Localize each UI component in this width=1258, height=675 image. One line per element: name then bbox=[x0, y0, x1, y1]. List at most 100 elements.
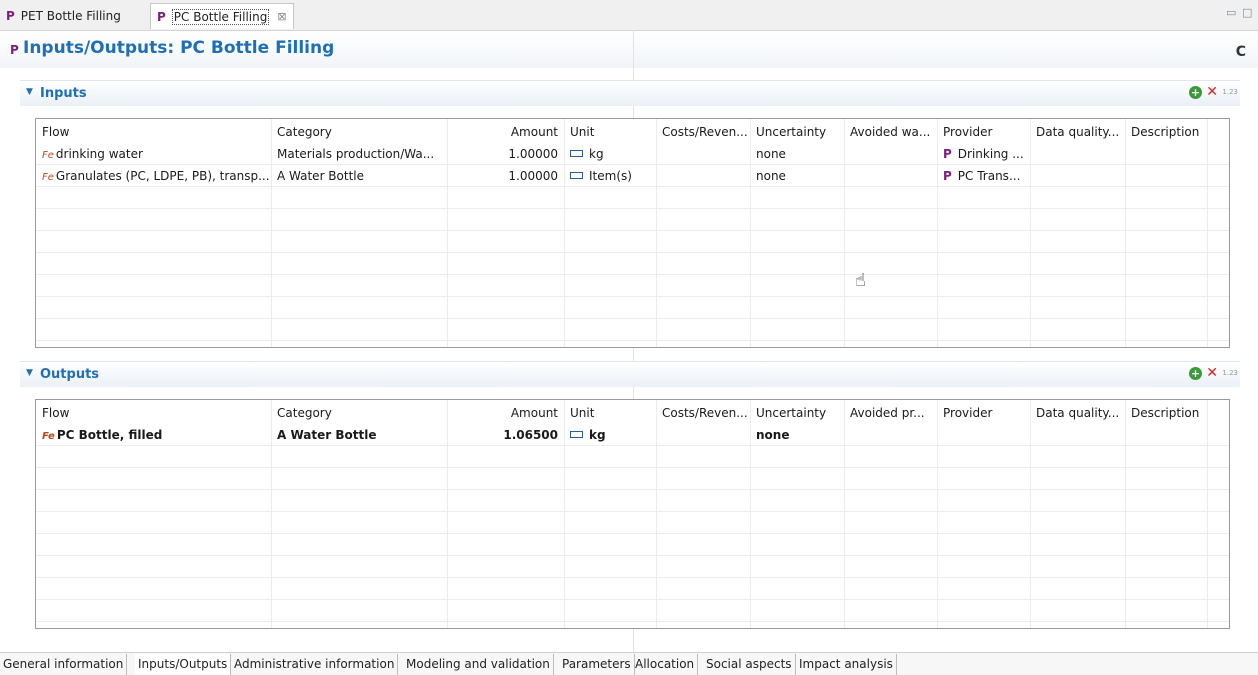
unit-icon bbox=[570, 172, 583, 179]
cell-text: drinking water bbox=[55, 147, 143, 161]
cell-costs bbox=[656, 165, 750, 187]
cell-unit: kg bbox=[564, 143, 656, 165]
column-header[interactable]: Description bbox=[1125, 400, 1207, 424]
column-header[interactable]: Costs/Reven... bbox=[656, 119, 750, 143]
refresh-icon[interactable]: C bbox=[1236, 44, 1246, 60]
column-header[interactable]: Avoided wa... bbox=[844, 119, 937, 143]
cell-text: kg bbox=[589, 147, 604, 161]
column-header[interactable]: Unit bbox=[564, 400, 656, 424]
collapse-arrow-icon[interactable]: ▼ bbox=[26, 87, 33, 97]
flow-icon: Fe bbox=[42, 150, 54, 161]
bottom-tab[interactable]: Inputs/Outputs bbox=[135, 654, 232, 675]
column-header[interactable]: Amount bbox=[447, 119, 564, 143]
inputs-table[interactable]: Flow Category Amount Unit Costs/Reven... Unce… bbox=[35, 118, 1230, 348]
column-header[interactable]: Data quality... bbox=[1030, 119, 1125, 143]
tab-pc-bottle-filling[interactable]: P PC Bottle Filling ⊠ bbox=[150, 3, 294, 29]
cell-category: A Water Bottle bbox=[271, 424, 447, 446]
maximize-icon[interactable]: □ bbox=[1242, 6, 1252, 19]
delete-icon[interactable]: ✕ bbox=[1206, 84, 1218, 100]
empty-row bbox=[36, 297, 1229, 319]
inputs-section-title: Inputs bbox=[40, 86, 87, 101]
flow-icon: Fe bbox=[42, 172, 54, 183]
empty-row bbox=[36, 556, 1229, 578]
add-icon[interactable]: + bbox=[1189, 367, 1202, 380]
cell-text: A Water Bottle bbox=[277, 428, 377, 442]
cell-unit: Item(s) bbox=[564, 165, 656, 187]
number-format-icon[interactable]: 1.23 bbox=[1222, 88, 1238, 96]
column-header[interactable]: Avoided pr... bbox=[844, 400, 937, 424]
empty-row bbox=[36, 490, 1229, 512]
minimize-icon[interactable]: ▭ bbox=[1226, 6, 1236, 19]
cell-provider: P Drinking ... bbox=[937, 143, 1030, 165]
table-header: Flow Category Amount Unit Costs/Reven... Unce… bbox=[36, 119, 1229, 143]
delete-icon[interactable]: ✕ bbox=[1206, 365, 1218, 381]
cell-amount: 1.06500 bbox=[447, 424, 564, 446]
cell-category: A Water Bottle bbox=[271, 165, 447, 187]
process-icon: P bbox=[6, 9, 15, 23]
empty-row bbox=[36, 600, 1229, 622]
column-header[interactable]: Provider bbox=[937, 400, 1030, 424]
column-header[interactable]: Category bbox=[271, 400, 447, 424]
process-icon: P bbox=[10, 43, 19, 57]
outputs-section-header[interactable]: ▼ Outputs + ✕ 1.23 bbox=[20, 361, 1240, 387]
column-header[interactable]: Data quality... bbox=[1030, 400, 1125, 424]
cell-desc bbox=[1125, 143, 1207, 165]
process-icon: P bbox=[943, 169, 952, 183]
column-header[interactable]: Uncertainty bbox=[750, 119, 844, 143]
outputs-table[interactable]: Flow Category Amount Unit Costs/Reven... Unce… bbox=[35, 399, 1230, 629]
column-header[interactable]: Provider bbox=[937, 119, 1030, 143]
bottom-tab[interactable]: Impact analysis bbox=[796, 654, 897, 675]
cell-text: PC Trans... bbox=[957, 169, 1021, 183]
flow-icon: Fe bbox=[42, 431, 55, 442]
cell-text: 1.00000 bbox=[508, 169, 558, 183]
cell-provider bbox=[937, 424, 1030, 446]
empty-row bbox=[36, 319, 1229, 341]
bottom-tab[interactable]: Allocation bbox=[632, 654, 699, 675]
add-icon[interactable]: + bbox=[1189, 86, 1202, 99]
inputs-section-header[interactable]: ▼ Inputs + ✕ 1.23 bbox=[20, 80, 1240, 106]
cell-text: kg bbox=[589, 428, 606, 442]
bottom-tab[interactable]: Modeling and validation bbox=[403, 654, 554, 675]
column-header[interactable]: Flow bbox=[36, 400, 271, 424]
cell-avoided bbox=[844, 165, 937, 187]
cell-flow: Fe drinking water bbox=[36, 143, 271, 165]
hand-cursor-icon: ☝ bbox=[855, 270, 866, 291]
cell-text: 1.00000 bbox=[508, 147, 558, 161]
table-row[interactable]: Fe Granulates (PC, LDPE, PB), transp... A … bbox=[36, 165, 1229, 187]
close-icon[interactable]: ⊠ bbox=[277, 10, 286, 23]
empty-row bbox=[36, 446, 1229, 468]
cell-desc bbox=[1125, 165, 1207, 187]
cell-text: A Water Bottle bbox=[277, 169, 365, 183]
collapse-arrow-icon[interactable]: ▼ bbox=[26, 368, 33, 378]
bottom-tab[interactable]: Parameters bbox=[559, 654, 635, 675]
cell-text: Materials production/Wa... bbox=[277, 147, 435, 161]
bottom-tab[interactable]: Administrative information bbox=[231, 654, 399, 675]
empty-row bbox=[36, 468, 1229, 490]
empty-row bbox=[36, 578, 1229, 600]
column-header[interactable]: Costs/Reven... bbox=[656, 400, 750, 424]
table-row[interactable]: Fe drinking water Materials production/Wa.… bbox=[36, 143, 1229, 165]
tab-pet-bottle-filling[interactable]: P PET Bottle Filling bbox=[0, 4, 127, 28]
process-icon: P bbox=[157, 9, 166, 24]
cell-dq bbox=[1030, 143, 1125, 165]
bottom-tab[interactable]: Social aspects bbox=[703, 654, 796, 675]
cell-uncertainty: none bbox=[750, 165, 844, 187]
column-header[interactable]: Unit bbox=[564, 119, 656, 143]
cell-flow: Fe Granulates (PC, LDPE, PB), transp... bbox=[36, 165, 271, 187]
cell-costs bbox=[656, 424, 750, 446]
cell-text: none bbox=[756, 169, 786, 183]
table-row[interactable]: Fe PC Bottle, filled A Water Bottle 1.06500… bbox=[36, 424, 1229, 446]
cell-amount: 1.00000 bbox=[447, 143, 564, 165]
column-header[interactable]: Uncertainty bbox=[750, 400, 844, 424]
column-header[interactable]: Description bbox=[1125, 119, 1207, 143]
cell-unit: kg bbox=[564, 424, 656, 446]
number-format-icon[interactable]: 1.23 bbox=[1222, 369, 1238, 377]
cell-flow: Fe PC Bottle, filled bbox=[36, 424, 271, 446]
empty-row bbox=[36, 231, 1229, 253]
cell-dq bbox=[1030, 165, 1125, 187]
column-header[interactable]: Amount bbox=[447, 400, 564, 424]
column-header[interactable]: Flow bbox=[36, 119, 271, 143]
cell-desc bbox=[1125, 424, 1207, 446]
bottom-tab[interactable]: General information bbox=[0, 654, 128, 675]
column-header[interactable]: Category bbox=[271, 119, 447, 143]
